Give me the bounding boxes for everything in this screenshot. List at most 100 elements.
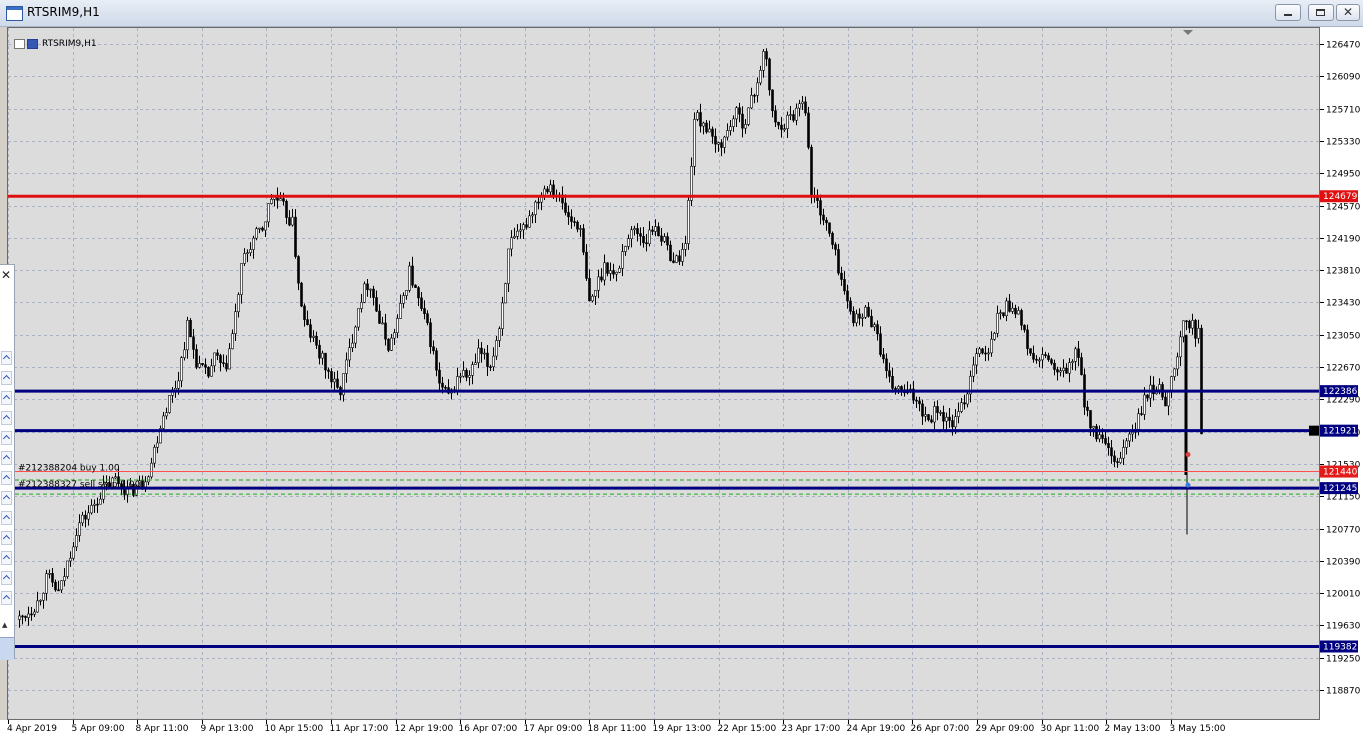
candle-body <box>228 348 231 370</box>
candle-body <box>708 128 711 133</box>
candle-body <box>144 481 147 488</box>
price-tick-label: 122670 <box>1326 364 1361 374</box>
candle-body <box>153 447 156 464</box>
candle-body <box>732 118 735 127</box>
candle-body <box>1065 367 1068 374</box>
chevron-up-icon[interactable] <box>1 371 12 385</box>
candle-body <box>882 354 885 360</box>
candle-body <box>582 228 585 253</box>
chevron-up-icon[interactable] <box>1 511 12 525</box>
candle-body <box>1041 354 1044 361</box>
candle-body <box>1071 361 1074 363</box>
candle-body <box>264 221 267 231</box>
chevron-up-icon[interactable] <box>1 391 12 405</box>
panel-close-icon[interactable]: ✕ <box>1 268 11 282</box>
candle-body <box>591 295 594 302</box>
candle-body <box>183 349 186 358</box>
panel-scrollbar[interactable] <box>0 637 14 660</box>
candle-body <box>543 188 546 196</box>
candle-body <box>624 246 627 252</box>
chevron-up-icon[interactable] <box>1 531 12 545</box>
candle-body <box>849 300 852 312</box>
candle-body <box>981 348 984 354</box>
chevron-up-icon[interactable] <box>1 471 12 485</box>
scroll-up-icon[interactable]: ▲ <box>2 621 7 629</box>
time-tick-label: 29 Apr 09:00 <box>976 724 1035 734</box>
candle-body <box>702 122 705 127</box>
candle-body <box>546 188 549 193</box>
candle-body <box>1032 352 1035 360</box>
candle-body <box>399 303 402 319</box>
candle-body <box>1107 443 1110 449</box>
candle-body <box>246 252 249 255</box>
candle-body <box>948 416 951 421</box>
candle-body <box>837 249 840 274</box>
candle-body <box>609 270 612 274</box>
candle-body <box>951 420 954 428</box>
chevron-up-icon[interactable] <box>1 451 12 465</box>
candle-body <box>840 272 843 280</box>
time-tick-label: 30 Apr 11:00 <box>1041 724 1100 734</box>
price-tick-label: 123430 <box>1326 299 1361 309</box>
candle-body <box>651 229 654 232</box>
candle-body <box>999 312 1002 314</box>
candle-body <box>84 514 87 520</box>
candle-body <box>411 265 414 286</box>
candle-body <box>672 260 675 263</box>
candle-body <box>768 58 771 91</box>
level-price-label: 119382 <box>1323 642 1357 652</box>
trade-exit-marker <box>1185 482 1191 488</box>
candle-body <box>162 415 165 429</box>
candle-body <box>195 349 198 368</box>
candle-body <box>525 224 528 228</box>
candle-body <box>417 287 420 299</box>
candle-body <box>897 386 900 390</box>
chevron-up-icon[interactable] <box>1 591 12 605</box>
candle-body <box>576 221 579 230</box>
candle-body <box>78 522 81 536</box>
candle-body <box>1026 329 1029 349</box>
time-tick-label: 3 May 15:00 <box>1170 724 1226 734</box>
candle-body <box>333 378 336 383</box>
candle-body <box>1128 433 1131 442</box>
candle-body <box>1080 357 1083 375</box>
candle-body <box>822 214 825 221</box>
candle-body <box>735 107 738 120</box>
chevron-up-icon[interactable] <box>1 551 12 565</box>
candle-body <box>1095 426 1098 440</box>
candle-body <box>243 253 246 264</box>
trade-side-panel[interactable]: ✕ ▲ <box>0 264 15 660</box>
price-tick-label: 123810 <box>1326 267 1361 277</box>
candle-body <box>114 476 117 479</box>
candle-body <box>828 222 831 234</box>
candle-body <box>186 320 189 351</box>
candle-body <box>21 615 24 618</box>
candle-body <box>393 332 396 339</box>
time-tick-label: 18 Apr 11:00 <box>588 724 647 734</box>
candle-body <box>90 505 93 514</box>
chevron-up-icon[interactable] <box>1 431 12 445</box>
candle-body <box>552 184 555 196</box>
candle-body <box>387 338 390 351</box>
candle-body <box>810 147 813 196</box>
candle-body <box>252 237 255 250</box>
candle-body <box>300 282 303 307</box>
candle-body <box>63 576 66 582</box>
candle-body <box>1122 447 1125 459</box>
price-chart: 126470 126090 125710 125330 124950 124570 1241… <box>7 28 1361 734</box>
time-tick-label: 17 Apr 09:00 <box>524 724 583 734</box>
chevron-up-icon[interactable] <box>1 571 12 585</box>
chevron-up-icon[interactable] <box>1 411 12 425</box>
candle-body <box>81 514 84 524</box>
candle-body <box>666 236 669 246</box>
candle-body <box>180 357 183 382</box>
candle-body <box>498 328 501 341</box>
chevron-up-icon[interactable] <box>1 351 12 365</box>
candle-body <box>846 290 849 302</box>
candle-body <box>1062 367 1065 371</box>
chevron-up-icon[interactable] <box>1 491 12 505</box>
candle-body <box>507 248 510 284</box>
candle-body <box>519 229 522 232</box>
candle-body <box>306 319 309 325</box>
price-tick-label: 124570 <box>1326 203 1361 213</box>
